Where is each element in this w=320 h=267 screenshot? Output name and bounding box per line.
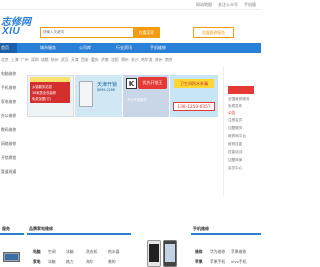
- appliance-item[interactable]: 美的: [108, 259, 116, 265]
- phone-category[interactable]: 维修: [195, 249, 203, 255]
- category-sidebar: 电脑维修 手机维修 家电维修 办公维修 数码维修 网络维修 开锁换锁 管道疏通: [0, 67, 22, 187]
- search-input[interactable]: [43, 29, 123, 36]
- appliance-item[interactable]: 格力: [66, 259, 74, 265]
- city-item[interactable]: 西安: [81, 57, 89, 63]
- phone-item[interactable]: 苹果手机: [210, 259, 225, 265]
- section-title: 手机维修: [193, 226, 209, 231]
- section-header-phone: 手机维修: [191, 225, 261, 235]
- top-link-mobile[interactable]: 手机版: [244, 2, 256, 8]
- notice-title: 公告: [228, 110, 236, 115]
- city-item[interactable]: 济南: [101, 57, 109, 63]
- laptop-screen: [5, 254, 18, 260]
- notice-item[interactable]: 维修技能: [228, 142, 242, 147]
- nav-item-phone[interactable]: 手机维修: [150, 45, 166, 51]
- sidebar-item[interactable]: 管道疏通: [1, 169, 16, 175]
- city-list: 北京 上海 广州 深圳 成都 杭州 武汉 天津 西安 重庆 济南 沈阳 郑州 长…: [0, 55, 261, 65]
- logo-sub: XIU: [2, 26, 21, 37]
- side-text: 全国维修服务: [228, 97, 250, 101]
- machine-image: [79, 81, 93, 107]
- nav-item-company[interactable]: 公司库: [79, 45, 91, 51]
- top-link-sitemap[interactable]: 网站地图: [196, 2, 212, 8]
- notice-item[interactable]: 加盟商家: [228, 158, 242, 163]
- city-item[interactable]: 天津: [71, 57, 79, 63]
- appliance-category[interactable]: 家电: [33, 259, 41, 265]
- sidebar-item[interactable]: 电脑维修: [1, 71, 16, 77]
- city-item[interactable]: 沈阳: [111, 57, 119, 63]
- city-item[interactable]: 南京: [165, 57, 173, 63]
- section-header-left: 服务: [0, 225, 24, 235]
- sidebar-item[interactable]: 数码维修: [1, 127, 16, 133]
- section-header-appliance: 品牌家电维修: [27, 225, 131, 235]
- appliance-item[interactable]: 热水器: [108, 249, 119, 255]
- main-nav: 首页 城市服务 公司库 行业资讯 手机维修: [0, 43, 261, 53]
- city-item[interactable]: 广州: [21, 57, 29, 63]
- nav-item-city[interactable]: 城市服务: [40, 45, 56, 51]
- banner-text: 免费加盟(订): [32, 97, 52, 101]
- sidebar-item[interactable]: 网络维修: [1, 141, 16, 147]
- side-panel: 全国维修服务 免费发布 公告 注册会员 加盟服务 维修网平台 维修技能 技能培训…: [223, 66, 261, 196]
- phone-white: [147, 240, 161, 267]
- phone-item[interactable]: 华为维修: [210, 249, 225, 255]
- banner-subtitle: 专业开锁服务: [127, 98, 147, 102]
- section-title: 服务: [2, 226, 10, 231]
- banner-text: 乡镇服务站招: [32, 85, 52, 89]
- top-link-wechat[interactable]: 关注公众号: [218, 2, 238, 8]
- city-item[interactable]: 郑州: [121, 57, 129, 63]
- phones-image: [145, 240, 185, 267]
- k-logo-icon: K: [126, 78, 137, 89]
- phone-item[interactable]: vivo手机: [231, 259, 246, 265]
- banner-phone: 138-1250-6357: [173, 102, 215, 111]
- login-button[interactable]: [228, 86, 254, 94]
- city-item[interactable]: 北京: [1, 57, 9, 63]
- notice-item[interactable]: 会员中心: [228, 166, 242, 171]
- laptop-image: [3, 252, 20, 262]
- sidebar-item[interactable]: 开锁换锁: [1, 155, 16, 161]
- sidebar-item[interactable]: 手机维修: [1, 85, 16, 91]
- top-bar: 网站地图 关注公众号 手机版: [0, 0, 261, 10]
- phone-item[interactable]: 苹果维修: [231, 249, 246, 255]
- city-item[interactable]: 深圳: [31, 57, 39, 63]
- banner-text: 38家居全包装修: [32, 91, 56, 95]
- phone-category[interactable]: 苹果: [195, 259, 203, 265]
- appliance-item[interactable]: 冰箱: [66, 249, 74, 255]
- banner-red-panel: 乡镇服务站招 38家居全包装修 免费加盟(订): [30, 82, 70, 103]
- ad-banner-3[interactable]: K 优先开锁王 专业开锁服务: [123, 75, 169, 117]
- notice-item[interactable]: 技能培训: [228, 150, 242, 155]
- search-box: 在看买家: [40, 26, 160, 38]
- appliance-item[interactable]: 洗衣机: [86, 249, 97, 255]
- banner-title: 优先开锁王: [138, 77, 167, 89]
- join-service-button[interactable]: 加盟维修服务: [193, 27, 234, 38]
- phone-dark: [163, 240, 177, 267]
- appliance-item[interactable]: 空调: [48, 249, 56, 255]
- sidebar-item[interactable]: 办公维修: [1, 113, 16, 119]
- appliance-item[interactable]: 海尔: [86, 259, 94, 265]
- city-item[interactable]: 杭州: [51, 57, 59, 63]
- appliance-category[interactable]: 电脑: [33, 249, 41, 255]
- sidebar-item[interactable]: 家电维修: [1, 99, 16, 105]
- nav-item-home[interactable]: 首页: [0, 43, 17, 53]
- city-item[interactable]: 上海: [11, 57, 19, 63]
- section-title: 品牌家电维修: [29, 226, 53, 231]
- appliance-item[interactable]: 冰箱: [48, 259, 56, 265]
- ad-banner-1[interactable]: 乡镇服务站招 38家居全包装修 免费加盟(订): [27, 75, 74, 117]
- banner-title: 卫生间防水补漏: [174, 79, 214, 88]
- notice-item[interactable]: 加盟服务: [228, 126, 242, 131]
- banner-title: 天津开锁: [97, 82, 118, 88]
- notice-item[interactable]: 注册会员: [228, 118, 242, 123]
- banner-subtitle: 8899-2286: [97, 88, 115, 92]
- city-item[interactable]: 成都: [41, 57, 49, 63]
- city-item[interactable]: 哈尔滨: [141, 57, 152, 63]
- city-item[interactable]: 苏州: [155, 57, 163, 63]
- side-text[interactable]: 免费发布: [228, 104, 242, 109]
- ad-banner-2[interactable]: 天津开锁 8899-2286: [75, 75, 122, 117]
- ad-banner-4[interactable]: 卫生间防水补漏 138-1250-6357: [170, 75, 218, 117]
- nav-item-news[interactable]: 行业资讯: [116, 45, 132, 51]
- city-item[interactable]: 长沙: [131, 57, 139, 63]
- notice-item[interactable]: 维修网平台: [228, 134, 246, 139]
- search-button[interactable]: 在看买家: [133, 26, 160, 38]
- city-item[interactable]: 武汉: [61, 57, 69, 63]
- city-item[interactable]: 重庆: [91, 57, 99, 63]
